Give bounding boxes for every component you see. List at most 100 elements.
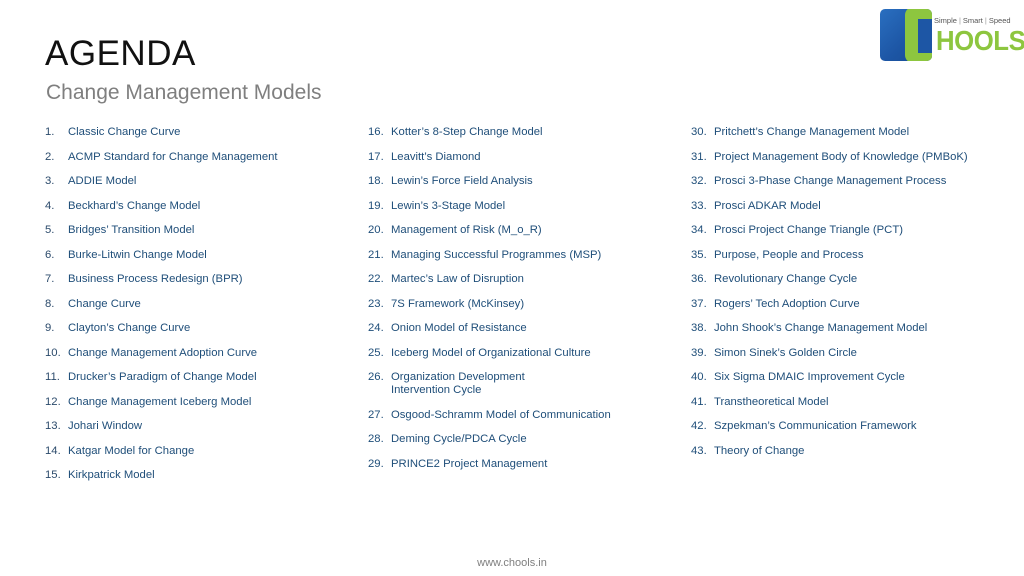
agenda-item-number: 42. [691, 420, 707, 432]
agenda-item: 15. Kirkpatrick Model [45, 469, 278, 482]
agenda-item-label: Deming Cycle/PDCA Cycle [391, 433, 527, 445]
agenda-item: 28. Deming Cycle/PDCA Cycle [368, 433, 611, 446]
agenda-item-label: 7S Framework (McKinsey) [391, 297, 525, 310]
agenda-item-number: 18. [368, 175, 384, 187]
agenda-item-label: ADDIE Model [68, 175, 137, 187]
agenda-item-number: 33. [691, 199, 707, 212]
agenda-item-label: Organization Development Intervention Cy… [391, 371, 525, 396]
agenda-item-number: 20. [368, 224, 384, 236]
agenda-item-label: Transtheoretical Model [714, 395, 829, 408]
agenda-item-number: 3. [45, 175, 55, 187]
agenda-item-label: Burke-Litwin Change Model [68, 248, 207, 261]
agenda-item-number: 39. [691, 346, 707, 359]
agenda-item-label: Pritchett’s Change Management Model [714, 126, 910, 138]
agenda-item-number: 38. [691, 322, 707, 334]
agenda-item-label: John Shook’s Change Management Model [714, 322, 928, 334]
agenda-item-label: Kirkpatrick Model [68, 469, 155, 481]
agenda-item-label: Management of Risk (M_o_R) [391, 224, 542, 236]
logo-mark-icon [880, 9, 932, 61]
agenda-item-label: Iceberg Model of Organizational Culture [391, 346, 591, 359]
agenda-column-2: 16. Kotter’s 8-Step Change Model 17. Leavit… [368, 126, 611, 482]
agenda-item: 30. Pritchett’s Change Management Model [691, 126, 968, 139]
agenda-item: 26. Organization Development Intervention… [368, 371, 611, 397]
agenda-item-number: 41. [691, 395, 707, 408]
agenda-item-number: 21. [368, 248, 384, 261]
agenda-item-label: Clayton’s Change Curve [68, 322, 191, 334]
agenda-item-number: 29. [368, 457, 384, 470]
agenda-item-label: Katgar Model for Change [68, 444, 195, 457]
agenda-item-number: 22. [368, 273, 384, 285]
agenda-item-label: Beckhard’s Change Model [68, 199, 201, 212]
agenda-item-number: 5. [45, 224, 55, 236]
agenda-item: 1. Classic Change Curve [45, 126, 278, 139]
agenda-item: 8. Change Curve [45, 298, 278, 311]
agenda-item-label: Drucker’s Paradigm of Change Model [68, 371, 257, 383]
agenda-item-number: 40. [691, 371, 707, 383]
agenda-item-label: Lewin’s 3-Stage Model [391, 199, 506, 212]
agenda-item: 31. Project Management Body of Knowledge … [691, 151, 968, 164]
agenda-item-number: 31. [691, 150, 707, 163]
agenda-item-number: 30. [691, 126, 707, 138]
agenda-item-label: Classic Change Curve [68, 126, 181, 138]
agenda-item: 36. Revolutionary Change Cycle [691, 273, 968, 286]
agenda-item-number: 19. [368, 199, 384, 212]
agenda-item: 23. 7S Framework (McKinsey) [368, 298, 611, 311]
agenda-item-label: Six Sigma DMAIC Improvement Cycle [714, 371, 905, 383]
agenda-item-number: 35. [691, 248, 707, 261]
logo-wordmark: HOOLS [936, 25, 1024, 56]
agenda-item-label: Prosci Project Change Triangle (PCT) [714, 224, 903, 236]
agenda-item-label: Szpekman’s Communication Framework [714, 420, 917, 432]
agenda-item: 11. Drucker’s Paradigm of Change Model [45, 371, 278, 384]
agenda-item: 35. Purpose, People and Process [691, 249, 968, 262]
agenda-item-number: 8. [45, 297, 55, 310]
agenda-item-label: Martec’s Law of Disruption [391, 273, 524, 285]
footer-url: www.chools.in [477, 557, 547, 569]
agenda-item-label: Project Management Body of Knowledge (PM… [714, 150, 968, 163]
agenda-item-number: 26. [368, 371, 384, 383]
logo-tagline: Simple | Smart | Speed [934, 16, 1011, 25]
agenda-item: 27. Osgood-Schramm Model of Communication [368, 409, 611, 422]
agenda-item: 5. Bridges’ Transition Model [45, 224, 278, 237]
agenda-item-number: 34. [691, 224, 707, 236]
agenda-item-label: Purpose, People and Process [714, 248, 864, 261]
agenda-item: 39. Simon Sinek’s Golden Circle [691, 347, 968, 360]
agenda-item-label: Business Process Redesign (BPR) [68, 273, 243, 285]
agenda-item-number: 23. [368, 297, 384, 310]
agenda-item-number: 43. [691, 444, 707, 457]
agenda-item: 17. Leavitt’s Diamond [368, 151, 611, 164]
agenda-item: 37. Rogers’ Tech Adoption Curve [691, 298, 968, 311]
agenda-item-label: Onion Model of Resistance [391, 322, 527, 334]
agenda-item: 22. Martec’s Law of Disruption [368, 273, 611, 286]
page-title: AGENDA [45, 34, 196, 73]
agenda-item: 12. Change Management Iceberg Model [45, 396, 278, 409]
agenda-item-label: Bridges’ Transition Model [68, 224, 195, 236]
agenda-item: 13. Johari Window [45, 420, 278, 433]
agenda-column-3: 30. Pritchett’s Change Management Model 31… [691, 126, 968, 469]
agenda-item-label: Change Management Adoption Curve [68, 346, 258, 359]
agenda-item: 42. Szpekman’s Communication Framework [691, 420, 968, 433]
agenda-item: 40. Six Sigma DMAIC Improvement Cycle [691, 371, 968, 384]
agenda-item: 43. Theory of Change [691, 445, 968, 458]
agenda-item-number: 14. [45, 444, 61, 457]
agenda-item: 24. Onion Model of Resistance [368, 322, 611, 335]
agenda-item: 7. Business Process Redesign (BPR) [45, 273, 278, 286]
agenda-item-label: Managing Successful Programmes (MSP) [391, 248, 602, 261]
agenda-item-label: Change Curve [68, 297, 141, 310]
agenda-item: 4. Beckhard’s Change Model [45, 200, 278, 213]
agenda-item: 20. Management of Risk (M_o_R) [368, 224, 611, 237]
agenda-item-number: 1. [45, 126, 55, 138]
agenda-item: 21. Managing Successful Programmes (MSP) [368, 249, 611, 262]
agenda-item: 32. Prosci 3-Phase Change Management Proc… [691, 175, 968, 188]
agenda-item: 10. Change Management Adoption Curve [45, 347, 278, 360]
agenda-item: 29. PRINCE2 Project Management [368, 458, 611, 471]
agenda-item-number: 17. [368, 150, 384, 163]
agenda-item-label: Revolutionary Change Cycle [714, 273, 858, 285]
agenda-item-number: 32. [691, 175, 707, 187]
agenda-item-label: PRINCE2 Project Management [391, 457, 548, 470]
agenda-item-number: 16. [368, 126, 384, 138]
agenda-item-number: 7. [45, 273, 55, 285]
agenda-item-number: 6. [45, 248, 55, 261]
agenda-item-label: Prosci ADKAR Model [714, 199, 821, 212]
tagline-speed: Speed [988, 16, 1011, 25]
agenda-item: 41. Transtheoretical Model [691, 396, 968, 409]
